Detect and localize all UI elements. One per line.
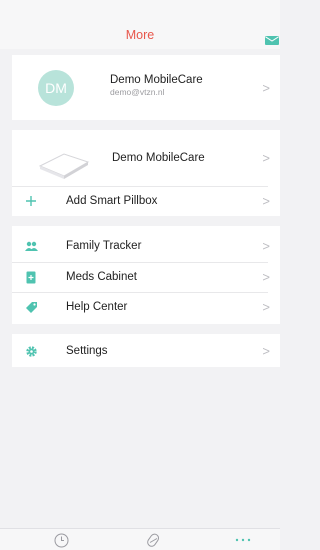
add-pillbox-row[interactable]: Add Smart Pillbox > [12,186,280,216]
device-card: Demo MobileCare > Add Smart Pillbox > [12,130,280,216]
menu-item-label: Meds Cabinet [66,271,137,283]
cabinet-icon [24,270,38,284]
plus-icon [24,194,38,208]
profile-email: demo@vtzn.nl [110,87,165,97]
tab-bar [0,528,280,550]
menu-item-family-tracker[interactable]: Family Tracker > [12,230,280,262]
pill-icon [146,533,159,547]
ellipsis-icon [235,538,251,542]
more-screen: More DM Demo MobileCare demo@vtzn.nl > D… [0,0,280,550]
chevron-right-icon: > [262,193,270,209]
chevron-right-icon: > [262,299,270,315]
mail-icon[interactable] [265,32,279,45]
settings-label: Settings [66,345,108,357]
chevron-right-icon: > [262,343,270,359]
device-name: Demo MobileCare [112,152,205,164]
page-title: More [125,28,155,42]
chevron-right-icon: > [262,269,270,285]
gear-icon [24,344,38,358]
menu-item-label: Family Tracker [66,240,142,252]
people-icon [24,239,38,253]
menu-item-label: Help Center [66,301,128,313]
avatar: DM [38,70,74,106]
chevron-right-icon: > [262,238,270,254]
tag-icon [24,300,38,314]
add-pillbox-label: Add Smart Pillbox [66,195,158,207]
pillbox-image-icon [38,153,90,179]
menu-card: Family Tracker > Meds Cabinet > Help Cen… [12,226,280,324]
nav-header: More [0,0,280,49]
menu-item-help-center[interactable]: Help Center > [12,292,280,322]
settings-item: Settings > [12,338,280,364]
tab-pills[interactable] [144,531,162,549]
chevron-right-icon: > [262,80,270,95]
clock-icon [54,533,68,547]
tab-more[interactable] [232,531,254,549]
chevron-right-icon: > [262,150,270,166]
tab-history[interactable] [52,531,70,549]
pillbox-row[interactable]: Demo MobileCare > [12,130,280,186]
menu-item-meds-cabinet[interactable]: Meds Cabinet > [12,262,280,292]
profile-name: Demo MobileCare [110,74,203,86]
profile-row[interactable]: DM Demo MobileCare demo@vtzn.nl > [12,55,280,120]
settings-row[interactable]: Settings > [12,334,280,367]
